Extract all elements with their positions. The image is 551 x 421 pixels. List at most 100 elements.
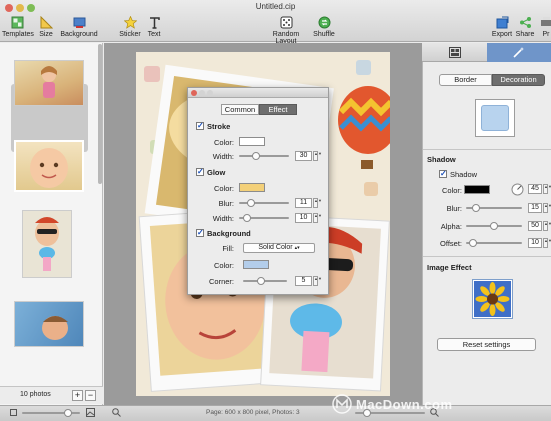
- background-button[interactable]: Background: [60, 16, 98, 38]
- tab-decoration[interactable]: Decoration: [492, 74, 545, 86]
- slider-knob[interactable]: [64, 409, 72, 417]
- large-image-icon: [86, 408, 95, 417]
- glow-blur-slider[interactable]: [239, 199, 289, 207]
- share-button[interactable]: Share: [515, 16, 535, 38]
- stroke-width-stepper[interactable]: ▲▼: [313, 151, 322, 161]
- slider-knob[interactable]: [472, 204, 480, 212]
- stroke-checkbox[interactable]: ✓: [196, 122, 204, 130]
- size-label: Size: [39, 31, 53, 38]
- text-icon: [149, 17, 160, 29]
- magic-wand-icon[interactable]: [512, 46, 525, 59]
- glow-checkbox[interactable]: ✓: [196, 168, 204, 176]
- baby-photo-image: [30, 148, 68, 188]
- shadow-checkbox[interactable]: ✓: [439, 170, 447, 178]
- photo-thumbnail[interactable]: [14, 60, 84, 106]
- shadow-checkbox-label: Shadow: [450, 170, 478, 179]
- printer-icon: [541, 17, 551, 26]
- shadow-blur-field[interactable]: 15: [528, 203, 542, 213]
- shadow-blur-stepper[interactable]: ▲▼: [543, 203, 551, 213]
- dialog-minimize-icon: [199, 90, 205, 96]
- shuffle-icon: [318, 16, 330, 29]
- slider-knob[interactable]: [243, 214, 252, 222]
- zoom-slider[interactable]: [355, 409, 425, 417]
- templates-button[interactable]: Templates: [2, 16, 34, 38]
- photo-thumbnail[interactable]: [14, 301, 84, 347]
- shadow-angle-field[interactable]: 45: [528, 184, 542, 194]
- slider-knob[interactable]: [257, 277, 266, 285]
- random-layout-button[interactable]: Random Layout: [262, 16, 310, 45]
- background-color-label: Color:: [213, 261, 234, 270]
- shadow-angle-stepper[interactable]: ▲▼: [543, 184, 551, 194]
- photo-thumbnail[interactable]: [14, 140, 84, 192]
- window-title: Untitled.cip: [255, 2, 296, 11]
- corner-stepper[interactable]: ▲▼: [313, 276, 322, 286]
- shadow-alpha-slider[interactable]: [466, 222, 522, 230]
- tab-effect[interactable]: Effect: [259, 104, 297, 115]
- star-icon: [123, 16, 137, 29]
- tab-border[interactable]: Border: [439, 74, 492, 86]
- fill-label: Fill:: [222, 244, 234, 253]
- corner-slider[interactable]: [243, 277, 287, 285]
- tab-common[interactable]: Common: [221, 104, 259, 115]
- export-label: Export: [491, 31, 513, 38]
- thumbnail-size-slider[interactable]: [22, 409, 80, 417]
- shadow-color-swatch[interactable]: [464, 185, 490, 194]
- shadow-alpha-label: Alpha:: [440, 222, 462, 231]
- girl-photo-image: [41, 66, 57, 98]
- sidebar-scrollbar[interactable]: [98, 44, 102, 184]
- glow-blur-stepper[interactable]: ▲▼: [313, 198, 322, 208]
- export-button[interactable]: Export: [491, 16, 513, 38]
- child-photo-image: [42, 316, 68, 340]
- shadow-color-label: Color:: [441, 186, 462, 195]
- shadow-angle-dial[interactable]: [511, 183, 524, 196]
- shadow-alpha-stepper[interactable]: ▲▼: [543, 221, 551, 231]
- fill-popup[interactable]: Solid Color ▴▾: [243, 243, 315, 253]
- shuffle-button[interactable]: Shuffle: [312, 16, 336, 38]
- slider-knob[interactable]: [246, 199, 255, 207]
- background-color-swatch[interactable]: [243, 260, 269, 269]
- layout-icon[interactable]: [449, 47, 461, 58]
- watermark-logo-icon: [332, 394, 352, 414]
- slider-knob[interactable]: [469, 239, 477, 247]
- export-icon: [496, 16, 508, 29]
- glow-width-slider[interactable]: [239, 214, 289, 222]
- print-button[interactable]: Pr: [540, 16, 551, 38]
- remove-photo-button[interactable]: −: [85, 390, 96, 401]
- photo-thumbnail[interactable]: [22, 210, 72, 278]
- shadow-blur-label: Blur:: [446, 204, 462, 213]
- text-button[interactable]: Text: [145, 16, 163, 38]
- decoration-preview[interactable]: [475, 99, 515, 137]
- glow-width-stepper[interactable]: ▲▼: [313, 213, 322, 223]
- shadow-blur-slider[interactable]: [466, 204, 522, 212]
- dialog-close-icon[interactable]: [191, 90, 197, 96]
- stroke-width-label: Width:: [212, 152, 234, 161]
- shadow-offset-slider[interactable]: [466, 239, 522, 247]
- sticker-button[interactable]: Sticker: [118, 16, 142, 38]
- corner-field[interactable]: 5: [295, 276, 312, 286]
- glow-color-swatch[interactable]: [239, 183, 265, 192]
- add-photo-button[interactable]: +: [72, 390, 83, 401]
- stroke-width-field[interactable]: 30: [295, 151, 312, 161]
- size-button[interactable]: Size: [37, 16, 55, 38]
- slider-knob[interactable]: [490, 222, 498, 230]
- stroke-color-label: Color:: [213, 138, 234, 147]
- zoom-out-icon[interactable]: [112, 408, 121, 417]
- shadow-offset-field[interactable]: 10: [528, 238, 542, 248]
- background-checkbox[interactable]: ✓: [196, 229, 204, 237]
- glow-width-field[interactable]: 10: [295, 213, 312, 223]
- dialog-title-bar: [188, 88, 328, 98]
- templates-icon: [11, 16, 23, 29]
- shadow-offset-stepper[interactable]: ▲▼: [543, 238, 551, 248]
- slider-knob[interactable]: [251, 152, 260, 160]
- glow-blur-field[interactable]: 11: [295, 198, 312, 208]
- stroke-color-swatch[interactable]: [239, 137, 265, 146]
- stroke-width-slider[interactable]: [239, 152, 289, 160]
- shadow-alpha-field[interactable]: 50: [528, 221, 542, 231]
- image-effect-preview[interactable]: [472, 279, 513, 319]
- shadow-offset-label: Offset:: [440, 239, 462, 248]
- reset-settings-button[interactable]: Reset settings: [437, 338, 536, 351]
- effect-dialog: Common Effect ✓ Stroke Color: Width: 30 …: [187, 87, 329, 295]
- print-label: Pr: [542, 31, 550, 38]
- small-image-icon: [10, 409, 17, 416]
- background-icon: [73, 17, 85, 28]
